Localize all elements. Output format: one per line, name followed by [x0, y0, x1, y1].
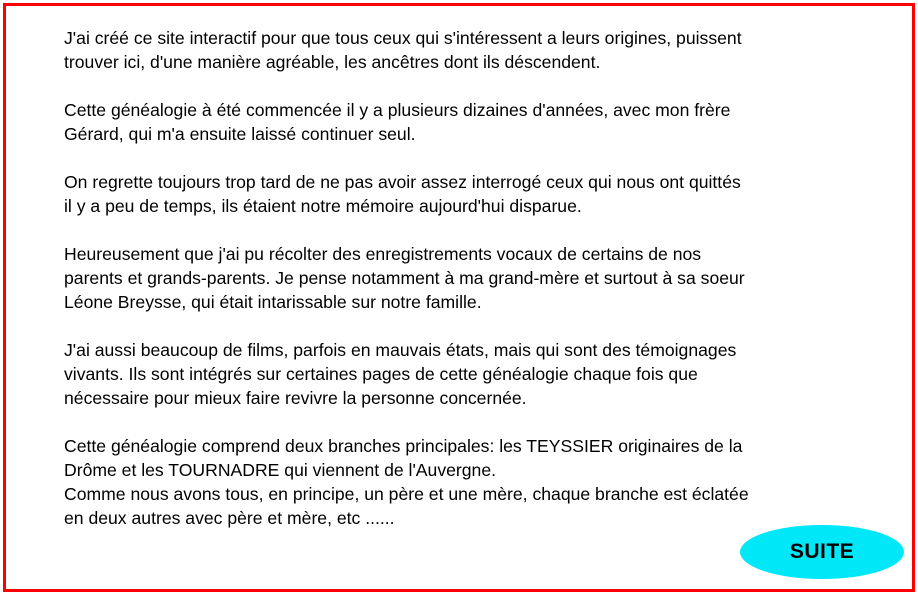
suite-button-label: SUITE	[789, 540, 855, 563]
intro-text: J'ai créé ce site interactif pour que to…	[64, 26, 864, 530]
suite-button[interactable]: SUITE	[740, 525, 904, 579]
paragraph-regret: On regrette toujours trop tard de ne pas…	[64, 172, 741, 216]
paragraph-history: Cette généalogie à été commencée il y a …	[64, 100, 731, 144]
paragraph-origins: J'ai créé ce site interactif pour que to…	[64, 28, 742, 72]
page-frame: J'ai créé ce site interactif pour que to…	[3, 3, 915, 592]
paragraph-recordings: Heureusement que j'ai pu récolter des en…	[64, 244, 745, 312]
paragraph-films: J'ai aussi beaucoup de films, parfois en…	[64, 340, 737, 408]
paragraph-branches: Cette généalogie comprend deux branches …	[64, 436, 749, 528]
